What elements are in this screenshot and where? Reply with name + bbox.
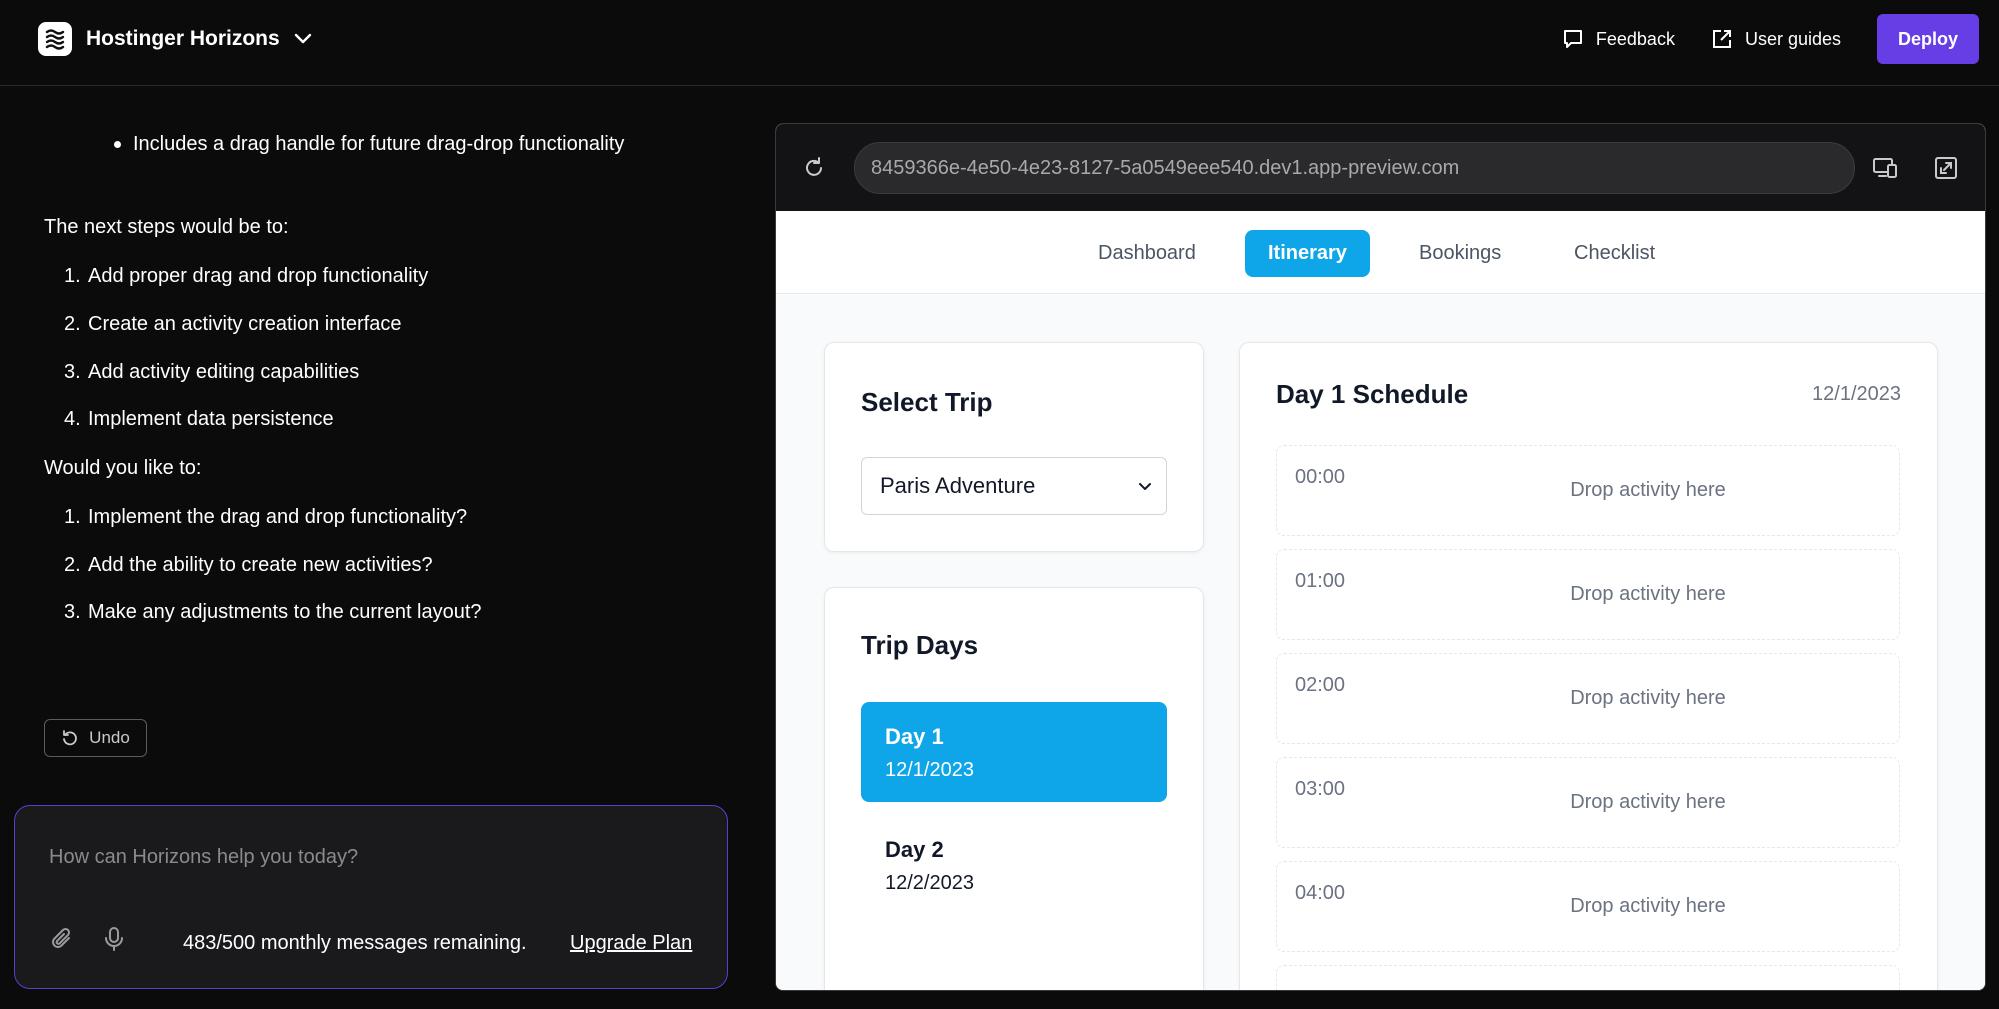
paperclip-icon[interactable]: [49, 926, 75, 957]
top-actions: Feedback User guides Deploy: [1562, 14, 1979, 64]
list-item: 1. Add proper drag and drop functionality: [64, 265, 429, 287]
schedule-title: Day 1 Schedule: [1276, 379, 1469, 409]
trip-select-value: Paris Adventure: [880, 473, 1036, 498]
trip-days-card: Trip Days Day 1 12/1/2023 Day 2 12/2/202…: [824, 587, 1204, 990]
top-bar: Hostinger Horizons Feedback User guides …: [0, 0, 1999, 86]
preview-pane: 8459366e-4e50-4e23-8127-5a0549eee540.dev…: [775, 123, 1986, 991]
time-slot[interactable]: 03:00 Drop activity here: [1276, 757, 1900, 848]
undo-label: Undo: [89, 728, 130, 747]
refresh-icon[interactable]: [802, 156, 826, 185]
tab-bookings[interactable]: Bookings: [1396, 230, 1524, 277]
day-title: Day 1: [885, 724, 944, 749]
feedback-button[interactable]: Feedback: [1562, 28, 1675, 50]
bullet-dot: [114, 141, 121, 148]
list-item: 4. Implement data persistence: [64, 408, 334, 430]
external-link-icon: [1712, 30, 1731, 48]
time-slot[interactable]: 04:00 Drop activity here: [1276, 861, 1900, 952]
day-title: Day 2: [885, 837, 944, 862]
day-date: 12/2/2023: [885, 872, 974, 894]
time-slot[interactable]: 01:00 Drop activity here: [1276, 549, 1900, 640]
chevron-down-icon: [1139, 483, 1151, 490]
preview-url-field[interactable]: 8459366e-4e50-4e23-8127-5a0549eee540.dev…: [854, 142, 1855, 194]
chat-composer: 483/500 monthly messages remaining. Upgr…: [14, 805, 728, 989]
time-slot[interactable]: 02:00 Drop activity here: [1276, 653, 1900, 744]
message-icon: [1563, 30, 1582, 48]
time-slot[interactable]: [1276, 965, 1900, 990]
slot-drop-label: Drop activity here: [1570, 895, 1726, 917]
slot-drop-label: Drop activity here: [1570, 583, 1726, 605]
deploy-button[interactable]: Deploy: [1877, 14, 1979, 64]
slot-drop-label: Drop activity here: [1570, 791, 1726, 813]
day-item-1[interactable]: Day 1 12/1/2023: [861, 702, 1167, 802]
microphone-icon[interactable]: [103, 926, 125, 957]
day-date: 12/1/2023: [885, 759, 974, 781]
trip-select[interactable]: Paris Adventure: [861, 457, 1167, 515]
user-guides-link[interactable]: User guides: [1711, 28, 1841, 50]
open-fullscreen-icon[interactable]: [1934, 156, 1958, 185]
list-item: 2. Create an activity creation interface: [64, 313, 402, 335]
bullet-text: Includes a drag handle for future drag-d…: [133, 133, 625, 155]
hostinger-logo-icon: [38, 22, 72, 56]
day-item-2[interactable]: Day 2 12/2/2023: [861, 815, 1167, 915]
upgrade-plan-link[interactable]: Upgrade Plan: [570, 932, 692, 955]
chat-pane: Includes a drag handle for future drag-d…: [0, 87, 750, 1009]
next-steps-intro: The next steps would be to:: [44, 216, 289, 238]
brand-name: Hostinger Horizons: [86, 27, 280, 50]
app-body: Select Trip Paris Adventure Trip Days Da…: [776, 295, 1985, 990]
message-quota: 483/500 monthly messages remaining.: [183, 932, 527, 954]
slot-drop-label: Drop activity here: [1570, 687, 1726, 709]
tab-itinerary[interactable]: Itinerary: [1245, 230, 1370, 277]
trip-days-title: Trip Days: [861, 630, 979, 660]
tab-checklist[interactable]: Checklist: [1551, 230, 1678, 277]
chevron-down-icon[interactable]: [294, 33, 312, 45]
list-item: 1. Implement the drag and drop functional…: [64, 506, 468, 528]
would-you-intro: Would you like to:: [44, 457, 202, 479]
responsive-view-icon[interactable]: [1872, 156, 1898, 185]
feedback-label: Feedback: [1595, 28, 1675, 49]
brand[interactable]: Hostinger Horizons: [38, 22, 312, 56]
chat-bullet: Includes a drag handle for future drag-d…: [114, 133, 624, 156]
list-item: 2. Add the ability to create new activiti…: [64, 554, 433, 576]
slot-drop-label: Drop activity here: [1570, 479, 1726, 501]
schedule-card: Day 1 Schedule 12/1/2023 00:00 Drop acti…: [1239, 342, 1938, 990]
time-slot[interactable]: 00:00 Drop activity here: [1276, 445, 1900, 536]
select-trip-card: Select Trip Paris Adventure: [824, 342, 1204, 552]
schedule-date: 12/1/2023: [1812, 383, 1901, 405]
chat-input[interactable]: [49, 842, 689, 872]
undo-button[interactable]: Undo: [44, 719, 147, 757]
preview-toolbar: 8459366e-4e50-4e23-8127-5a0549eee540.dev…: [776, 124, 1985, 211]
app-nav: Dashboard Itinerary Bookings Checklist: [776, 211, 1985, 294]
list-item: 3. Add activity editing capabilities: [64, 361, 360, 383]
user-guides-label: User guides: [1744, 28, 1841, 49]
list-item: 3. Make any adjustments to the current la…: [64, 601, 482, 623]
select-trip-title: Select Trip: [861, 387, 993, 417]
tab-dashboard[interactable]: Dashboard: [1075, 230, 1219, 277]
undo-icon: [63, 730, 78, 746]
